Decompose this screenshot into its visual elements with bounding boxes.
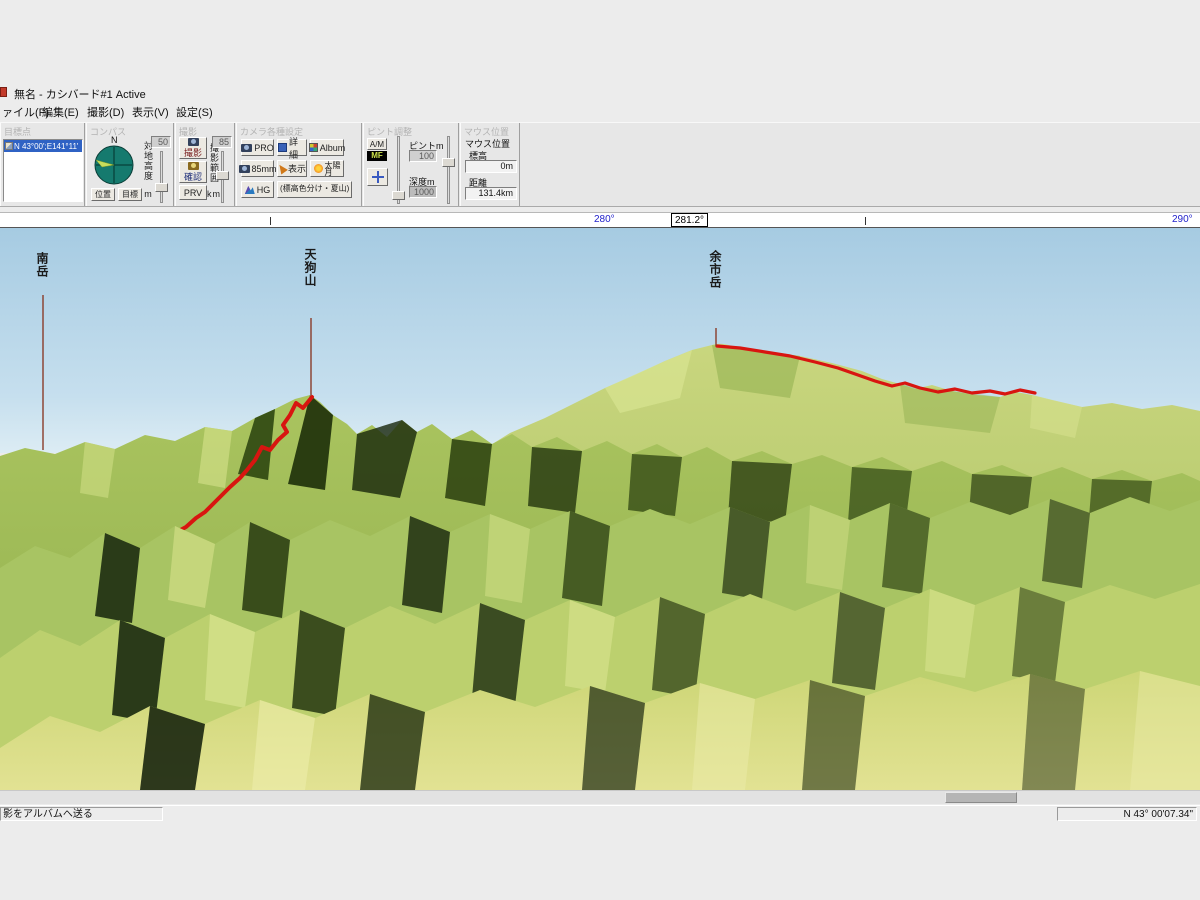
hg-button[interactable]: HG bbox=[241, 181, 274, 198]
range-slider-thumb[interactable] bbox=[216, 171, 229, 180]
compass-tick bbox=[865, 217, 866, 225]
elevation-value: 0m bbox=[465, 160, 517, 173]
prv-button-label: PRV bbox=[184, 188, 202, 198]
altitude-slider-thumb[interactable] bbox=[155, 183, 168, 192]
display-button[interactable]: 表示 bbox=[277, 160, 307, 177]
app-icon bbox=[0, 87, 7, 97]
menu-view[interactable]: 表示(V) bbox=[132, 104, 169, 120]
confirm-camera-icon bbox=[188, 162, 199, 170]
shoot-camera-icon bbox=[188, 138, 199, 146]
compass-label-280: 280° bbox=[594, 214, 615, 225]
detail-icon bbox=[278, 143, 287, 152]
compass-position-button[interactable]: 位置 bbox=[91, 188, 115, 201]
peak-label-yoichidake: 余市岳 bbox=[708, 250, 722, 289]
toolbar: 目標点 N 43°00';E141°11' コンパス N 位置 bbox=[0, 122, 1200, 207]
range-slider[interactable] bbox=[216, 151, 230, 203]
elevation-mode-label: (標高色分け・夏山) bbox=[277, 181, 352, 198]
panel-target-title: 目標点 bbox=[4, 125, 31, 138]
peak-label-minamidake: 南岳 bbox=[35, 252, 49, 278]
focus-slider[interactable] bbox=[392, 136, 406, 204]
af-mf-button-label: A/M bbox=[370, 140, 384, 149]
panel-shoot: 撮影 撮影 確認 PRV 撮影範囲 km 85 bbox=[175, 123, 235, 206]
target-icon bbox=[5, 142, 13, 150]
confirm-button-label: 確認 bbox=[184, 170, 202, 183]
altitude-slider-track[interactable] bbox=[160, 151, 163, 203]
sun-icon bbox=[314, 164, 323, 173]
lens-button-label: 85mm bbox=[252, 164, 277, 174]
terrain-render bbox=[0, 228, 1200, 790]
panel-mouse-position: マウス位置 マウス位置 標高 0m 距離 131.4km bbox=[460, 123, 520, 206]
compass-north-label: N bbox=[111, 135, 118, 145]
horizontal-scrollbar[interactable] bbox=[0, 790, 1200, 804]
lens-camera-icon bbox=[239, 165, 250, 173]
detail-button-label: 詳細 bbox=[289, 135, 306, 161]
album-button-label: Album bbox=[320, 143, 346, 153]
status-message: 影をアルバムへ送る bbox=[0, 807, 163, 821]
compass-label-290: 290° bbox=[1172, 214, 1193, 225]
album-icon bbox=[309, 143, 318, 152]
moon-label: 月 bbox=[325, 168, 333, 177]
compass-tick bbox=[270, 217, 271, 225]
panel-focus: ピント調整 A/M MF ピントm 100 深度m 1000 bbox=[363, 123, 459, 206]
hg-button-label: HG bbox=[257, 185, 271, 195]
shoot-button[interactable]: 撮影 bbox=[179, 137, 207, 159]
kashibard-window: 無名 - カシバード#1 Active ァイル(F) 編集(E) 撮影(D) 表… bbox=[0, 0, 1200, 900]
prv-button[interactable]: PRV bbox=[179, 185, 207, 200]
distance-value: 131.4km bbox=[465, 187, 517, 200]
album-button[interactable]: Album bbox=[310, 139, 344, 156]
peak-label-tenguyama: 天狗山 bbox=[303, 248, 317, 287]
altitude-slider-unit: m bbox=[143, 189, 153, 200]
menu-settings[interactable]: 設定(S) bbox=[176, 104, 213, 120]
compass-strip[interactable]: 280° 290° 281.2° bbox=[0, 212, 1200, 228]
cursor-icon bbox=[276, 163, 288, 175]
display-button-label: 表示 bbox=[288, 162, 306, 175]
depth-value: 1000 bbox=[409, 186, 437, 198]
confirm-button[interactable]: 確認 bbox=[179, 161, 207, 183]
depth-slider-track[interactable] bbox=[447, 136, 450, 204]
compass-dial[interactable] bbox=[94, 145, 134, 190]
detail-button[interactable]: 詳細 bbox=[277, 139, 307, 156]
af-mf-button[interactable]: A/M bbox=[367, 138, 387, 150]
status-coordinate: N 43° 00'07.34" bbox=[1057, 807, 1197, 821]
focus-distance-value: 100 bbox=[409, 150, 437, 162]
target-listbox[interactable]: N 43°00';E141°11' bbox=[3, 139, 83, 202]
statusbar: 影をアルバムへ送る N 43° 00'07.34" bbox=[0, 805, 1200, 822]
sun-moon-button[interactable]: 太陽月 bbox=[310, 160, 344, 177]
pro-camera-icon bbox=[241, 144, 252, 152]
panel-camera-settings: カメラ各種設定 PRO 詳細 Album 85mm 表示 bbox=[236, 123, 362, 206]
focus-slider-thumb[interactable] bbox=[392, 191, 405, 200]
menu-edit[interactable]: 編集(E) bbox=[42, 104, 79, 120]
focus-target-button[interactable] bbox=[367, 168, 388, 186]
list-item[interactable]: N 43°00';E141°11' bbox=[4, 140, 82, 152]
current-heading-box: 281.2° bbox=[671, 213, 708, 227]
mf-indicator: MF bbox=[367, 151, 387, 161]
panel-target-list: 目標点 N 43°00';E141°11' bbox=[0, 123, 85, 206]
range-value: 85 bbox=[212, 136, 232, 148]
hg-mountain-icon bbox=[245, 185, 255, 194]
depth-slider[interactable] bbox=[442, 136, 456, 204]
target-coordinate: N 43°00';E141°11' bbox=[14, 142, 78, 151]
altitude-value: 50 bbox=[151, 136, 171, 148]
panel-compass: コンパス N 位置 目標 対地高度 m 50 bbox=[86, 123, 174, 206]
pro-button-label: PRO bbox=[254, 143, 274, 153]
pro-button[interactable]: PRO bbox=[241, 139, 274, 156]
menu-shoot[interactable]: 撮影(D) bbox=[87, 104, 124, 120]
panel-compass-title: コンパス bbox=[90, 125, 126, 138]
shoot-button-label: 撮影 bbox=[184, 146, 202, 159]
menubar: ァイル(F) 編集(E) 撮影(D) 表示(V) 設定(S) bbox=[0, 104, 1200, 120]
depth-slider-thumb[interactable] bbox=[442, 158, 455, 167]
compass-goal-button[interactable]: 目標 bbox=[118, 188, 142, 201]
terrain-viewport[interactable]: 南岳 天狗山 余市岳 bbox=[0, 228, 1200, 790]
altitude-slider[interactable] bbox=[155, 151, 169, 203]
scrollbar-thumb[interactable] bbox=[945, 792, 1017, 803]
lens-button[interactable]: 85mm bbox=[241, 160, 274, 177]
window-title: 無名 - カシバード#1 Active bbox=[14, 86, 146, 102]
crosshair-icon bbox=[372, 171, 384, 183]
